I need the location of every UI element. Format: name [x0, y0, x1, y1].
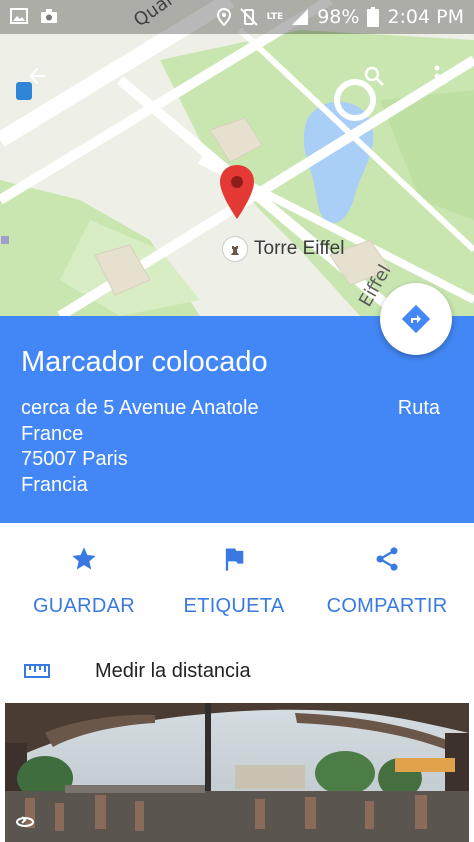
status-bar: LTE 98% 2:04 PM	[0, 0, 474, 34]
ruler-icon	[24, 664, 50, 678]
image-notification-icon	[10, 8, 28, 24]
directions-button[interactable]	[380, 283, 452, 355]
address-line: cerca de 5 Avenue Anatole	[21, 397, 259, 419]
address-line: 75007 Paris	[21, 448, 128, 470]
dropped-pin-marker[interactable]	[220, 165, 254, 224]
action-row: GUARDAR ETIQUETA COMPARTIR	[0, 523, 474, 643]
network-type-label: LTE	[266, 11, 284, 22]
map-view[interactable]: Quai Bra Eiffel Torre Eiffel LTE 98% 2:0…	[0, 0, 474, 316]
more-vert-icon	[434, 65, 440, 87]
clock-time: 2:04 PM	[387, 6, 464, 28]
vibrate-mute-icon	[239, 8, 258, 26]
battery-percent: 98%	[317, 6, 360, 28]
camera-notification-icon	[41, 9, 57, 23]
location-icon	[216, 8, 231, 26]
search-button[interactable]	[356, 58, 392, 94]
back-button[interactable]	[19, 58, 55, 94]
star-icon	[72, 547, 96, 570]
directions-icon	[401, 304, 431, 334]
place-title: Marcador colocado	[21, 346, 268, 378]
save-label: GUARDAR	[32, 595, 136, 617]
poi-torre-eiffel[interactable]: Torre Eiffel	[222, 236, 344, 262]
place-address: cerca de 5 Avenue Anatole France 75007 P…	[21, 396, 311, 498]
route-label[interactable]: Ruta	[398, 397, 440, 420]
landmark-icon	[222, 236, 248, 262]
battery-icon	[367, 7, 380, 27]
eiffel-base-photo	[5, 703, 469, 842]
address-line: France	[21, 422, 84, 445]
share-icon	[376, 547, 398, 571]
label-label: ETIQUETA	[183, 595, 285, 617]
signal-icon	[292, 9, 309, 25]
share-button[interactable]: COMPARTIR	[327, 545, 447, 618]
place-photo[interactable]	[5, 703, 469, 842]
measure-distance-label: Medir la distancia	[95, 660, 251, 682]
label-button[interactable]: ETIQUETA	[184, 545, 284, 618]
share-label: COMPARTIR	[326, 595, 448, 617]
save-button[interactable]: GUARDAR	[33, 545, 135, 618]
more-options-button[interactable]	[420, 58, 454, 94]
street-view-button[interactable]	[15, 815, 35, 834]
flag-icon	[225, 548, 244, 571]
arrow-back-icon	[29, 68, 45, 84]
address-line: Francia	[21, 473, 88, 496]
street-view-360-icon	[16, 816, 34, 827]
map-background	[0, 0, 474, 316]
measure-distance-row[interactable]: Medir la distancia	[0, 650, 474, 696]
poi-label: Torre Eiffel	[254, 238, 345, 259]
search-icon	[364, 66, 384, 86]
